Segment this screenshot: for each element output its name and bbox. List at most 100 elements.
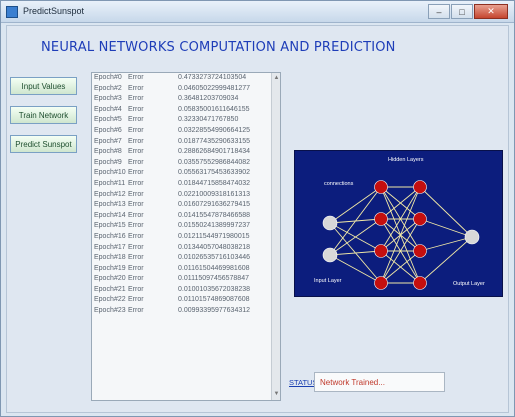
log-epoch: Epoch: [94, 264, 114, 272]
log-row: Epoch #16 Error 0.01211544971980015: [92, 232, 280, 243]
scroll-up-icon[interactable]: ▲: [273, 75, 280, 82]
log-row: Epoch #17 Error 0.01344057048038218: [92, 243, 280, 254]
title-bar: PredictSunspot – □ ✕: [1, 1, 514, 23]
log-err: Error: [128, 148, 144, 156]
log-row: Epoch #7 Error 0.01877435290633155: [92, 137, 280, 148]
log-num: #19: [114, 264, 126, 272]
log-row: Epoch #22 Error 0.01101574869087608: [92, 295, 280, 306]
log-err: Error: [128, 169, 144, 177]
log-row: Epoch #2 Error 0.04605022999481277: [92, 84, 280, 95]
log-value: 0.01415547878466588: [178, 211, 251, 219]
log-epoch: Epoch: [94, 116, 114, 124]
hidden-node: [374, 276, 388, 290]
hidden-node: [413, 244, 427, 258]
log-scrollbar[interactable]: ▲ ▼: [271, 73, 280, 400]
log-epoch: Epoch: [94, 222, 114, 230]
log-err: Error: [128, 179, 144, 187]
epoch-error-log[interactable]: Epoch #0 Error 0.4733273724103504 Epoch #2 Err…: [91, 72, 281, 401]
log-err: Error: [128, 222, 144, 230]
connection-line: [329, 218, 382, 256]
predict-sunspot-button[interactable]: Predict Sunspot: [10, 135, 77, 153]
log-value: 0.4733273724103504: [178, 74, 247, 81]
log-epoch: Epoch: [94, 211, 114, 219]
hidden-node: [413, 276, 427, 290]
log-value: 0.03557552986844082: [178, 158, 251, 166]
connection-line: [419, 186, 473, 238]
connection-line: [419, 218, 473, 238]
log-row: Epoch #18 Error 0.01026535716103446: [92, 253, 280, 264]
log-num: #8: [114, 148, 122, 156]
log-num: #10: [114, 169, 126, 177]
log-num: #21: [114, 285, 126, 293]
log-row: Epoch #4 Error 0.05835001611646155: [92, 105, 280, 116]
window-title: PredictSunspot: [23, 6, 85, 16]
log-rows: Epoch #0 Error 0.4733273724103504 Epoch #2 Err…: [92, 73, 280, 317]
log-row: Epoch #21 Error 0.01001035672038238: [92, 285, 280, 296]
output-node: [464, 229, 480, 245]
minimize-icon[interactable]: –: [428, 4, 450, 19]
log-err: Error: [128, 126, 144, 134]
log-row: Epoch #14 Error 0.01415547878466588: [92, 211, 280, 222]
log-num: #16: [114, 232, 126, 240]
log-num: #5: [114, 116, 122, 124]
log-value: 0.32330471767850: [178, 116, 239, 124]
status-field: Network Trained...: [314, 372, 445, 392]
maximize-icon[interactable]: □: [451, 4, 473, 19]
log-epoch: Epoch: [94, 254, 114, 262]
log-epoch: Epoch: [94, 285, 114, 293]
log-value: 0.01001035672038238: [178, 285, 251, 293]
log-row: Epoch #3 Error 0.36481203709034: [92, 94, 280, 105]
log-err: Error: [128, 190, 144, 198]
log-value: 0.01161504469981608: [178, 264, 250, 272]
log-epoch: Epoch: [94, 201, 114, 209]
log-epoch: Epoch: [94, 148, 114, 156]
log-value: 0.04605022999481277: [178, 84, 251, 92]
hidden-node: [374, 244, 388, 258]
log-epoch: Epoch: [94, 232, 114, 240]
hidden-node: [413, 180, 427, 194]
log-epoch: Epoch: [94, 95, 114, 103]
log-value: 0.01115097456578847: [178, 275, 249, 283]
log-row: Epoch #6 Error 0.03228554990664125: [92, 126, 280, 137]
log-row: Epoch #23 Error 0.00993395977634312: [92, 306, 280, 317]
log-err: Error: [128, 95, 144, 103]
log-err: Error: [128, 116, 144, 124]
hidden-node: [374, 180, 388, 194]
log-num: #22: [114, 296, 126, 304]
log-epoch: Epoch: [94, 74, 114, 81]
log-epoch: Epoch: [94, 307, 114, 315]
log-value: 0.01607291636279415: [178, 201, 251, 209]
hidden-node: [374, 212, 388, 226]
log-err: Error: [128, 243, 144, 251]
log-epoch: Epoch: [94, 243, 114, 251]
log-row: Epoch #9 Error 0.03557552986844082: [92, 158, 280, 169]
app-window: PredictSunspot – □ ✕ NEURAL NETWORKS COM…: [0, 0, 515, 417]
train-network-button[interactable]: Train Network: [10, 106, 77, 124]
log-epoch: Epoch: [94, 190, 114, 198]
log-value: 0.05835001611646155: [178, 105, 250, 113]
log-num: #20: [114, 275, 126, 283]
log-value: 0.01026535716103446: [178, 254, 251, 262]
log-row: Epoch #20 Error 0.01115097456578847: [92, 274, 280, 285]
connection-line: [329, 250, 382, 256]
log-err: Error: [128, 275, 144, 283]
log-num: #9: [114, 158, 122, 166]
log-err: Error: [128, 211, 144, 219]
log-err: Error: [128, 105, 144, 113]
log-value: 0.03228554990664125: [178, 126, 251, 134]
log-err: Error: [128, 74, 144, 81]
input-values-button[interactable]: Input Values: [10, 77, 77, 95]
log-num: #6: [114, 126, 122, 134]
log-err: Error: [128, 232, 144, 240]
output-layer-label: Output Layer: [453, 281, 485, 287]
scroll-down-icon[interactable]: ▼: [273, 391, 280, 398]
log-row: Epoch #13 Error 0.01607291636279415: [92, 200, 280, 211]
log-num: #2: [114, 84, 122, 92]
log-num: #13: [114, 201, 126, 209]
close-icon[interactable]: ✕: [474, 4, 508, 19]
input-layer-label: Input Layer: [314, 278, 342, 284]
log-row: Epoch #15 Error 0.01550241389997237: [92, 221, 280, 232]
hidden-layers-label: Hidden Layers: [388, 157, 424, 163]
log-epoch: Epoch: [94, 179, 114, 187]
log-value: 0.01550241389997237: [178, 222, 251, 230]
